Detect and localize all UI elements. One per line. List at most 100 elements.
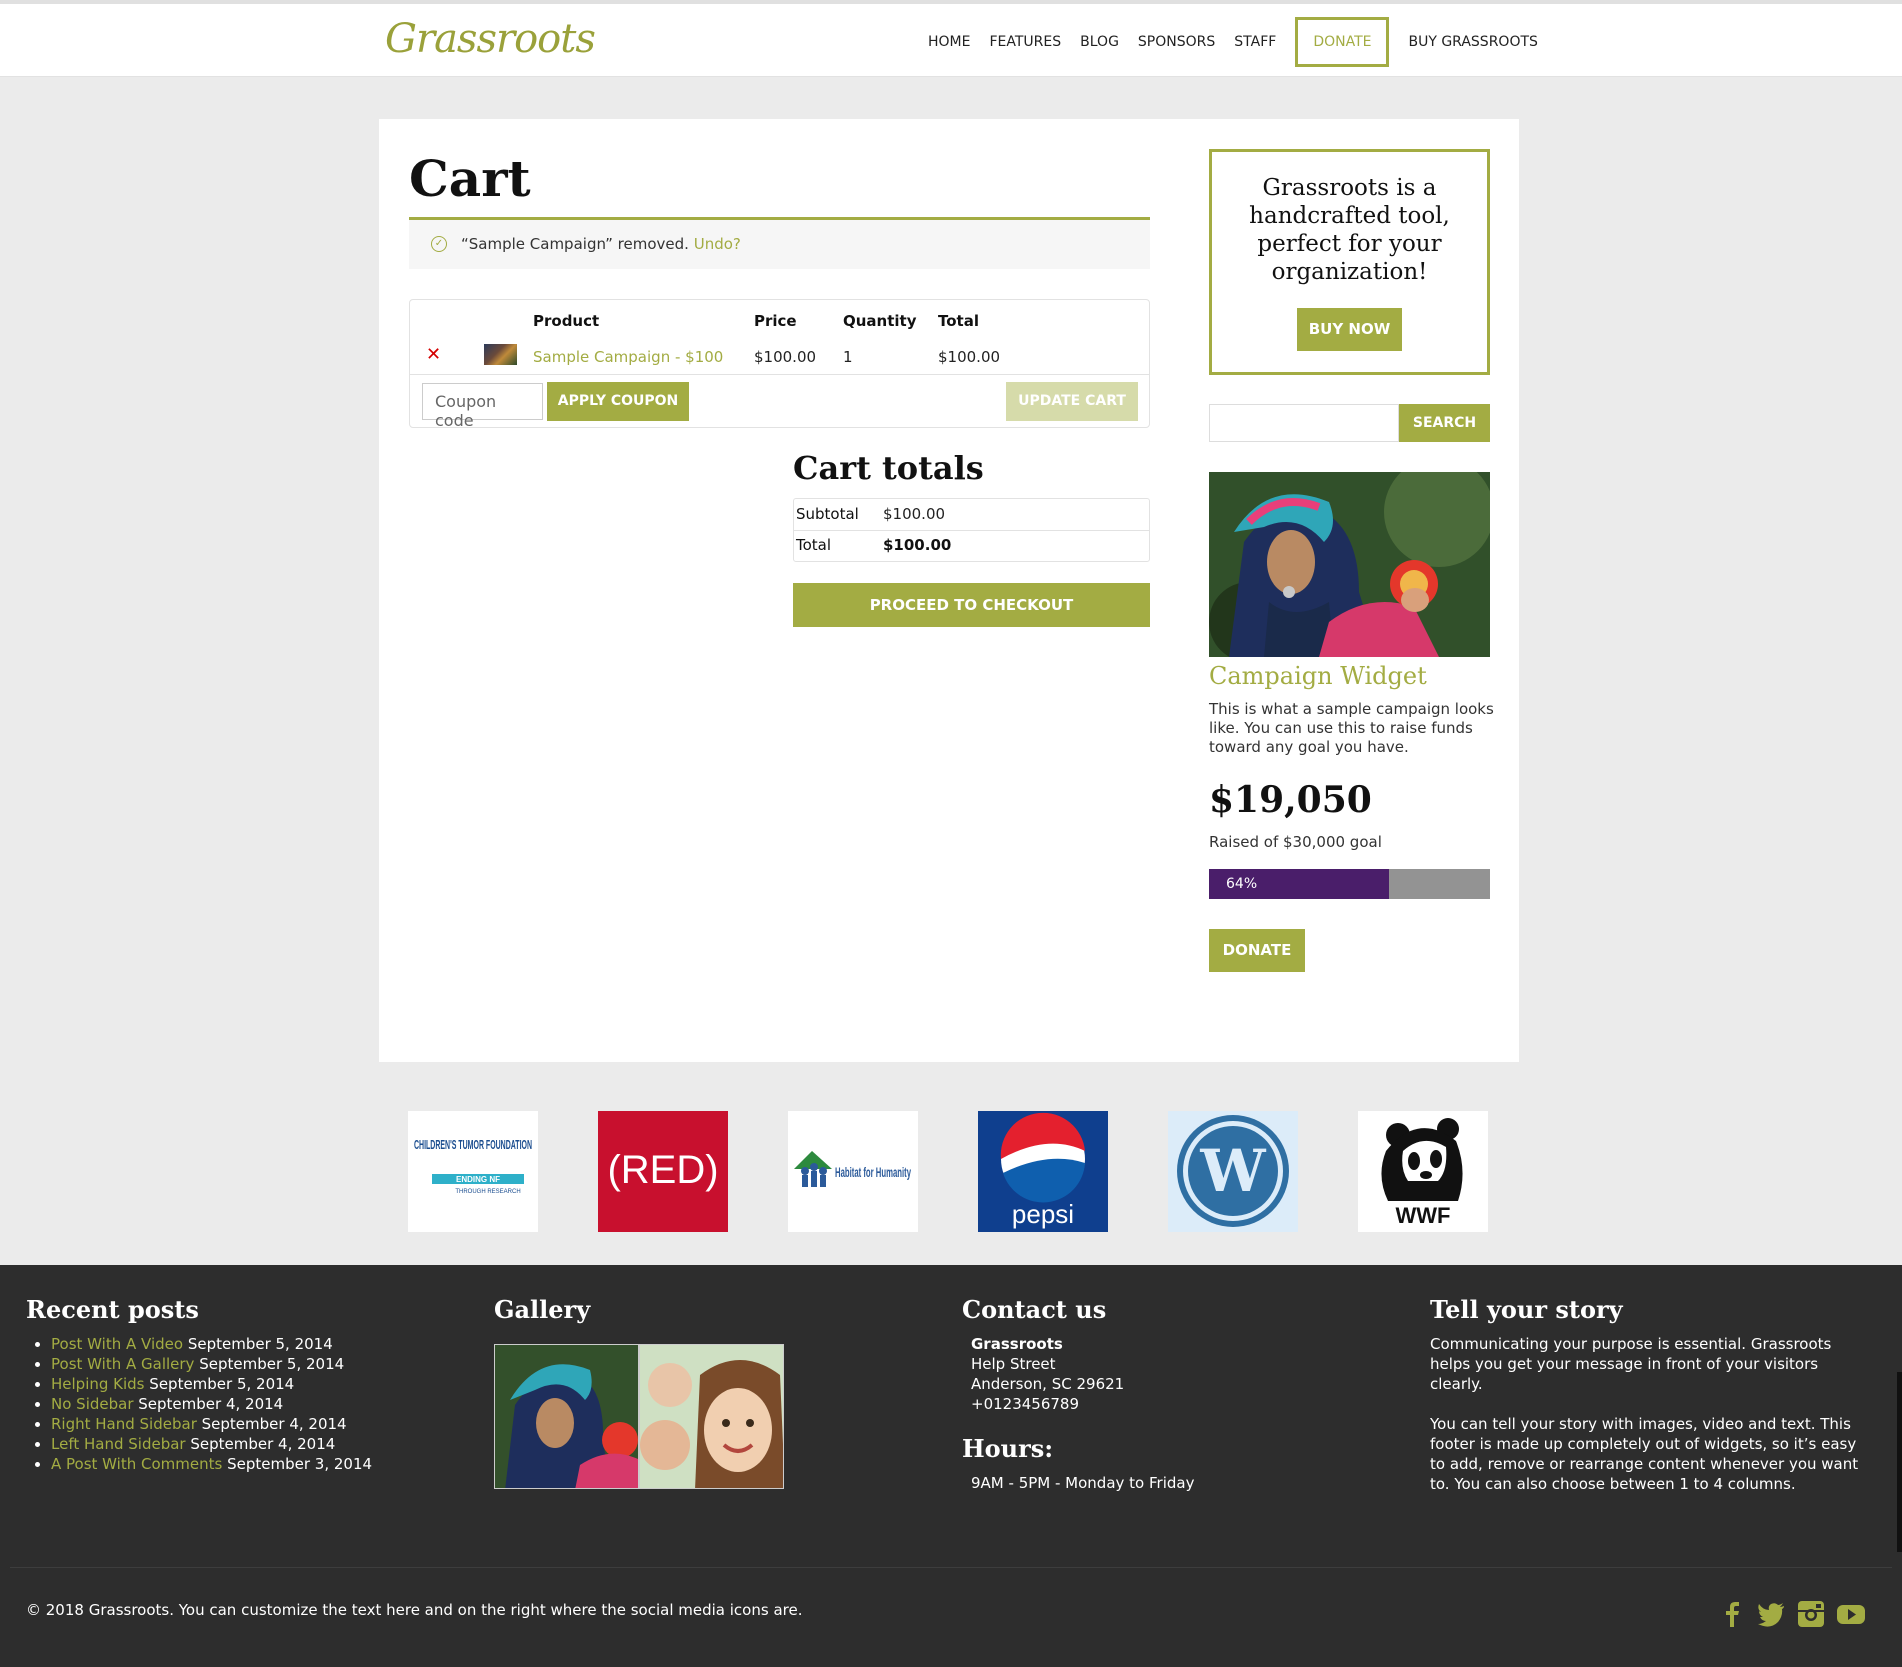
- gallery-widget: Gallery: [494, 1295, 590, 1334]
- contact-street: Help Street: [971, 1355, 1056, 1373]
- twitter-icon[interactable]: [1757, 1600, 1785, 1628]
- site-footer: Recent posts Post With A Video September…: [0, 1265, 1902, 1667]
- hours-text: 9AM - 5PM - Monday to Friday: [971, 1474, 1195, 1492]
- cart-totals-title: Cart totals: [793, 449, 984, 487]
- nav-home[interactable]: HOME: [928, 34, 970, 50]
- post-link[interactable]: Post With A Gallery: [51, 1355, 194, 1373]
- post-date: September 5, 2014: [149, 1375, 295, 1393]
- product-link[interactable]: Sample Campaign - $100: [533, 348, 723, 366]
- wwf-logo-text: WWF: [1396, 1203, 1451, 1228]
- nav-staff[interactable]: STAFF: [1234, 34, 1276, 50]
- hours-title: Hours:: [962, 1434, 1054, 1463]
- proceed-to-checkout-button[interactable]: PROCEED TO CHECKOUT: [793, 583, 1150, 627]
- contact-title: Contact us: [962, 1295, 1107, 1324]
- ctf-logo: CHILDREN'S TUMOR FOUNDATION ENDING NF TH…: [414, 1137, 532, 1195]
- nav-blog[interactable]: BLOG: [1080, 34, 1119, 50]
- pepsi-logo: pepsi: [1000, 1112, 1085, 1229]
- search-button[interactable]: SEARCH: [1399, 404, 1490, 442]
- site-header: Grassroots HOME FEATURES BLOG SPONSORS S…: [0, 0, 1902, 77]
- cart-totals-table: Subtotal $100.00 Total $100.00: [793, 498, 1150, 562]
- item-price: $100.00: [754, 348, 817, 366]
- sponsor-logo-wordpress[interactable]: W: [1168, 1111, 1298, 1232]
- item-quantity[interactable]: 1: [843, 348, 853, 366]
- header-product: Product: [533, 312, 600, 330]
- story-paragraph-1: Communicating your purpose is essential.…: [1430, 1335, 1832, 1393]
- total-value: $100.00: [883, 536, 952, 554]
- promo-text: Grassroots is a handcrafted tool, perfec…: [1249, 175, 1450, 285]
- post-date: September 5, 2014: [187, 1335, 333, 1353]
- coupon-code-input[interactable]: Coupon code: [422, 383, 543, 430]
- sponsor-logo-childrens-tumor-foundation[interactable]: CHILDREN'S TUMOR FOUNDATION ENDING NF TH…: [408, 1111, 538, 1232]
- sponsor-logo-pepsi[interactable]: pepsi: [978, 1111, 1108, 1232]
- scrollbar[interactable]: [1897, 1372, 1902, 1552]
- post-date: September 4, 2014: [190, 1435, 336, 1453]
- contact-city: Anderson, SC 29621: [971, 1375, 1125, 1393]
- list-item: No Sidebar September 4, 2014: [51, 1394, 372, 1414]
- nav-donate-button[interactable]: DONATE: [1295, 17, 1390, 67]
- undo-link[interactable]: Undo?: [694, 235, 741, 253]
- contact-details: Grassroots Help Street Anderson, SC 2962…: [962, 1334, 1194, 1414]
- subtotal-value: $100.00: [883, 505, 946, 523]
- recent-posts-widget: Recent posts Post With A Video September…: [26, 1295, 372, 1474]
- nav-buy-grassroots[interactable]: BUY GRASSROOTS: [1408, 34, 1537, 50]
- youtube-icon[interactable]: [1836, 1600, 1865, 1628]
- nav-features[interactable]: FEATURES: [989, 34, 1061, 50]
- gallery-thumb-1[interactable]: [494, 1344, 639, 1489]
- facebook-icon[interactable]: [1718, 1600, 1746, 1628]
- campaign-title[interactable]: Campaign Widget: [1209, 662, 1427, 690]
- post-link[interactable]: Left Hand Sidebar: [51, 1435, 186, 1453]
- ctf-logo-text: CHILDREN'S TUMOR FOUNDATION: [414, 1137, 532, 1152]
- contact-phone: +0123456789: [971, 1395, 1080, 1413]
- sponsor-logo-wwf[interactable]: WWF: [1358, 1111, 1488, 1232]
- total-label: Total: [796, 536, 832, 554]
- site-logo[interactable]: Grassroots: [385, 16, 596, 62]
- sponsor-logo-habitat[interactable]: Habitat for Humanity: [788, 1111, 918, 1232]
- amount-raised: $19,050: [1209, 779, 1372, 821]
- product-thumbnail[interactable]: [484, 344, 517, 365]
- wwf-logo: WWF: [1381, 1118, 1463, 1228]
- buy-now-button[interactable]: BUY NOW: [1297, 308, 1402, 351]
- header-quantity: Quantity: [843, 312, 917, 330]
- recent-posts-title: Recent posts: [26, 1295, 199, 1324]
- post-date: September 5, 2014: [199, 1355, 345, 1373]
- habitat-logo: Habitat for Humanity: [794, 1151, 911, 1187]
- instagram-icon[interactable]: [1797, 1600, 1825, 1628]
- pepsi-logo-text: pepsi: [1012, 1199, 1074, 1229]
- cart-table: Product Price Quantity Total ✕ Sample Ca…: [409, 299, 1150, 430]
- progress-bar: 64%: [1209, 869, 1490, 899]
- donate-button[interactable]: DONATE: [1209, 929, 1305, 972]
- notice-text: “Sample Campaign” removed.: [461, 235, 689, 253]
- remove-item-icon[interactable]: ✕: [426, 344, 441, 365]
- gallery-title: Gallery: [494, 1295, 591, 1324]
- post-link[interactable]: Helping Kids: [51, 1375, 145, 1393]
- story-widget: Tell your story Communicating your purpo…: [1430, 1295, 1870, 1494]
- list-item: Post With A Gallery September 5, 2014: [51, 1354, 372, 1374]
- list-item: Right Hand Sidebar September 4, 2014: [51, 1414, 372, 1434]
- wordpress-logo: W: [1177, 1115, 1289, 1227]
- list-item: A Post With Comments September 3, 2014: [51, 1454, 372, 1474]
- nav-sponsors[interactable]: SPONSORS: [1138, 34, 1215, 50]
- post-link[interactable]: Right Hand Sidebar: [51, 1415, 197, 1433]
- sponsor-logo-red[interactable]: (RED): [598, 1111, 728, 1232]
- post-link[interactable]: No Sidebar: [51, 1395, 134, 1413]
- header-total: Total: [938, 312, 979, 330]
- campaign-photo: [1209, 472, 1490, 657]
- totals-divider: [794, 530, 1149, 531]
- check-circle-icon: ✓: [431, 236, 447, 252]
- story-paragraph-2: You can tell your story with images, vid…: [1430, 1415, 1859, 1493]
- campaign-description: This is what a sample campaign looks lik…: [1209, 700, 1494, 756]
- campaign-image[interactable]: [1209, 472, 1490, 657]
- apply-coupon-button[interactable]: APPLY COUPON: [547, 382, 689, 421]
- story-title: Tell your story: [1430, 1295, 1623, 1324]
- post-link[interactable]: Post With A Video: [51, 1335, 183, 1353]
- post-date: September 3, 2014: [227, 1455, 373, 1473]
- goal-text: Raised of $30,000 goal: [1209, 833, 1382, 851]
- post-link[interactable]: A Post With Comments: [51, 1455, 222, 1473]
- update-cart-button[interactable]: UPDATE CART: [1006, 382, 1138, 421]
- gallery-thumb-2[interactable]: [639, 1344, 784, 1489]
- main-nav: HOME FEATURES BLOG SPONSORS STAFF DONATE…: [928, 17, 1557, 67]
- search-input[interactable]: [1209, 404, 1399, 442]
- list-item: Helping Kids September 5, 2014: [51, 1374, 372, 1394]
- main-content: Cart ✓ “Sample Campaign” removed. Undo? …: [379, 119, 1519, 1062]
- red-logo-text: (RED): [607, 1148, 718, 1192]
